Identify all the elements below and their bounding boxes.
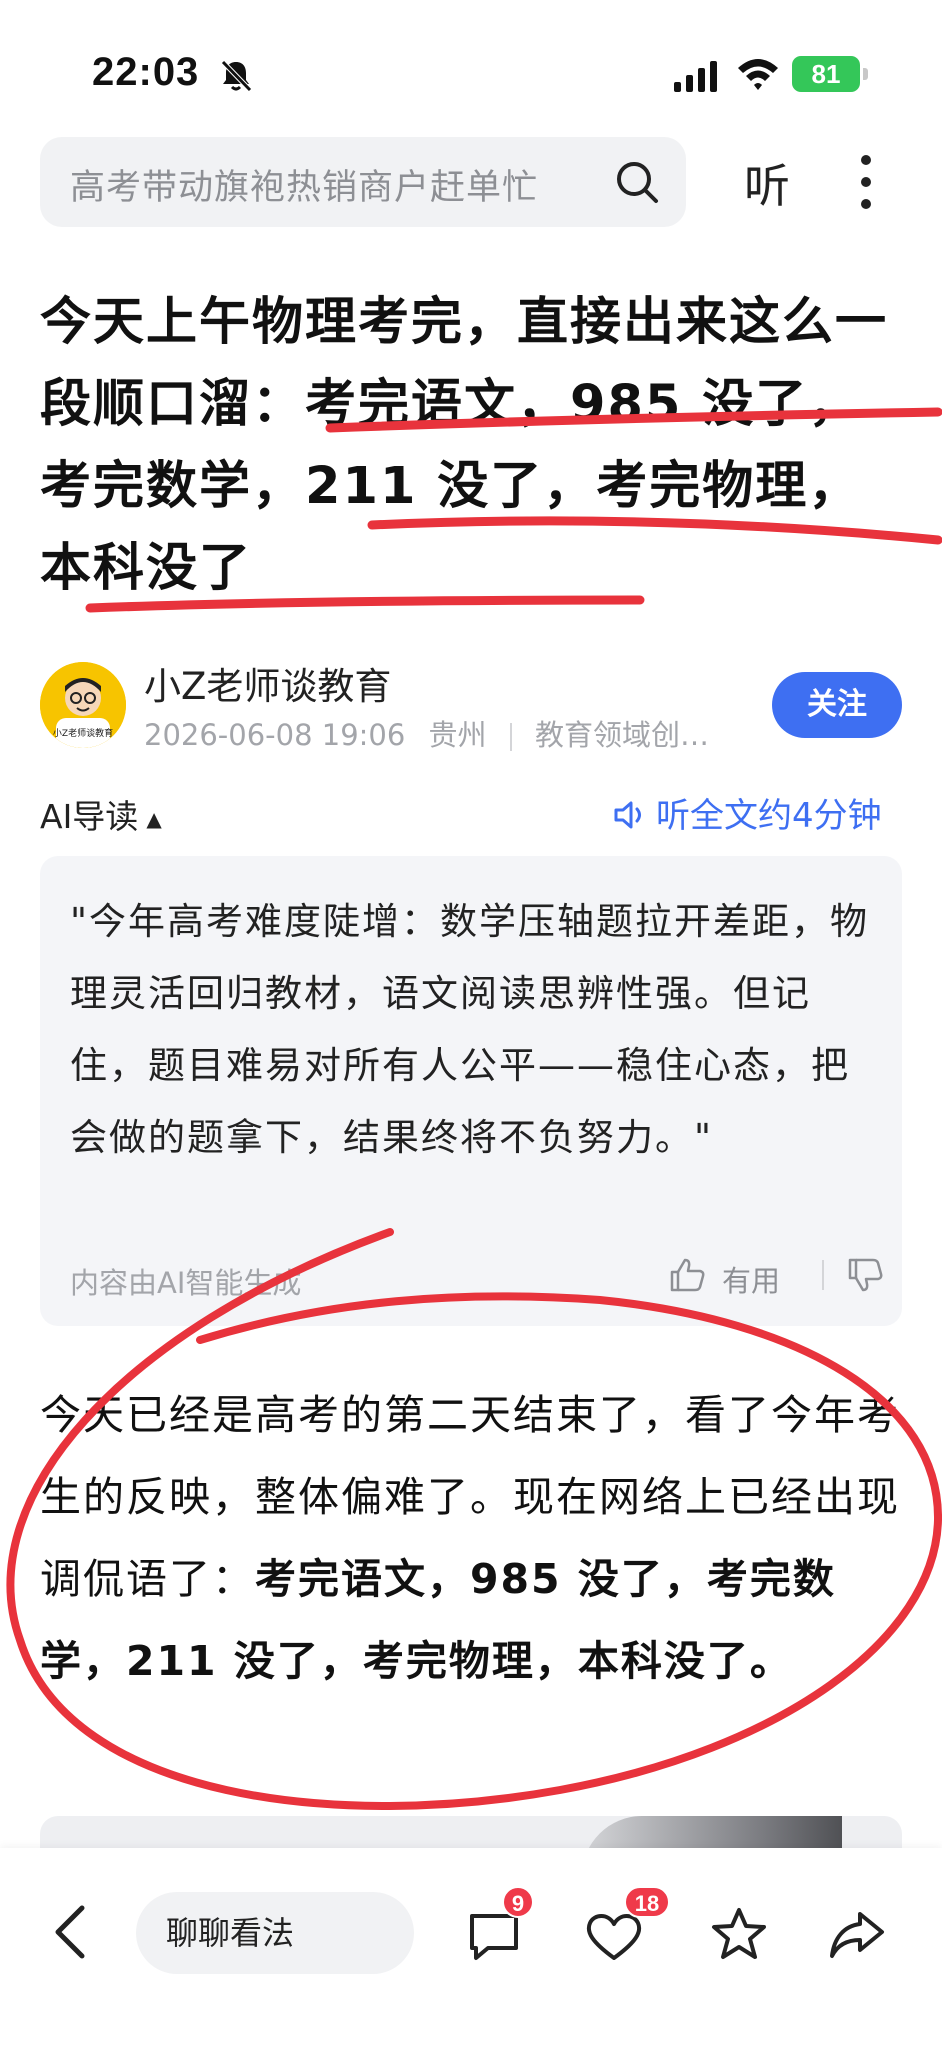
bell-muted-icon bbox=[221, 60, 252, 92]
feedback-divider bbox=[822, 1260, 824, 1290]
listen-full-button[interactable]: 听全文约4分钟 bbox=[612, 788, 882, 837]
author-field: 教育领域创… bbox=[535, 718, 710, 752]
listen-button[interactable]: 听 bbox=[744, 150, 790, 216]
article-body: 今天已经是高考的第二天结束了，看了今年考生的反映，整体偏难了。现在网络上已经出现… bbox=[40, 1374, 910, 1702]
speaker-icon bbox=[614, 801, 641, 829]
listen-full-label: 听全文约4分钟 bbox=[656, 796, 882, 836]
useful-label[interactable]: 有用 bbox=[722, 1258, 780, 1300]
author-name[interactable]: 小Z老师谈教育 bbox=[144, 656, 391, 710]
battery-indicator: 81 bbox=[792, 56, 868, 92]
avatar-illustration: 小Z老师谈教育 bbox=[40, 662, 126, 748]
ai-guide-label: AI导读 bbox=[40, 797, 139, 836]
heart-icon[interactable] bbox=[584, 1910, 644, 1962]
thumbs-up-icon[interactable] bbox=[668, 1256, 706, 1294]
author-avatar[interactable]: 小Z老师谈教育 bbox=[40, 662, 126, 748]
status-time: 22:03 bbox=[92, 50, 200, 94]
article-title: 今天上午物理考完，直接出来这么一段顺口溜：考完语文，985 没了，考完数学，21… bbox=[40, 293, 889, 598]
comment-count-badge: 9 bbox=[502, 1886, 534, 1918]
search-placeholder: 高考带动旗袍热销商户赶单忙 bbox=[70, 168, 539, 208]
follow-button[interactable]: 关注 bbox=[772, 672, 902, 738]
avatar-label: 小Z老师谈教育 bbox=[53, 727, 113, 739]
meta-divider bbox=[509, 723, 512, 751]
wifi-icon bbox=[738, 59, 778, 90]
thumbs-down-icon[interactable] bbox=[846, 1256, 884, 1294]
star-icon[interactable] bbox=[710, 1906, 768, 1962]
ai-summary-text: "今年高考难度陡增：数学压轴题拉开差距，物理灵活回归教材，语文阅读思辨性强。但记… bbox=[70, 900, 870, 1159]
publish-location: 贵州 bbox=[428, 718, 487, 752]
ai-guide-toggle[interactable]: AI导读 ▲ bbox=[40, 790, 162, 838]
share-icon[interactable] bbox=[828, 1910, 886, 1960]
comment-input[interactable]: 聊聊看法 bbox=[136, 1892, 414, 1974]
back-arrow-icon[interactable] bbox=[50, 1902, 90, 1962]
status-bar: 22:03 81 bbox=[0, 0, 942, 150]
bottom-action-bar: 聊聊看法 9 18 bbox=[0, 1848, 942, 2048]
publish-date: 2026-06-08 19:06 bbox=[144, 718, 406, 752]
ai-summary-card: "今年高考难度陡增：数学压轴题拉开差距，物理灵活回归教材，语文阅读思辨性强。但记… bbox=[40, 856, 902, 1326]
like-count-badge: 18 bbox=[624, 1886, 670, 1918]
more-options-icon[interactable] bbox=[858, 152, 874, 212]
ai-generated-note: 内容由AI智能生成 bbox=[70, 1266, 302, 1300]
search-icon[interactable] bbox=[614, 159, 660, 205]
author-meta: 2026-06-08 19:06 贵州 教育领域创… bbox=[144, 712, 709, 754]
caret-up-icon: ▲ bbox=[146, 806, 162, 831]
comment-icon[interactable] bbox=[466, 1910, 522, 1962]
search-input[interactable]: 高考带动旗袍热销商户赶单忙 bbox=[40, 137, 686, 227]
signal-icon bbox=[674, 61, 717, 92]
